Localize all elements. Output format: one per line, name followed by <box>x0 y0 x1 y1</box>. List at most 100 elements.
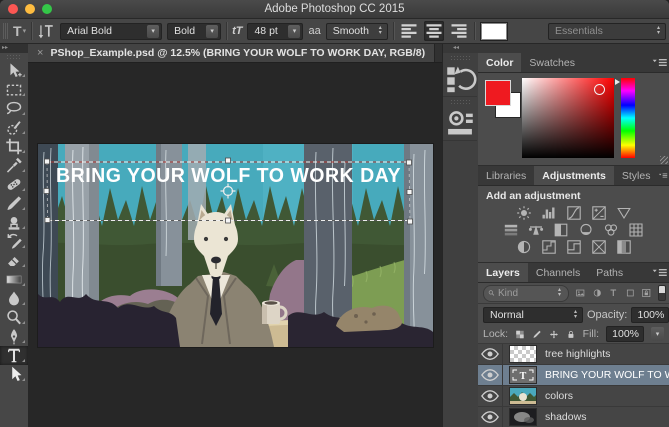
tab-styles[interactable]: Styles <box>614 166 659 185</box>
layer-row-colors[interactable]: colors <box>478 386 669 407</box>
tab-swatches[interactable]: Swatches <box>521 53 583 72</box>
eyedropper-tool[interactable] <box>0 156 28 175</box>
panel-menu-icon[interactable] <box>651 263 669 282</box>
layer-thumbnail[interactable]: T <box>510 367 536 383</box>
filter-type-layers-icon[interactable] <box>608 286 619 300</box>
blend-mode-select[interactable]: Normal ▴▾ <box>483 307 583 323</box>
vibrance-icon[interactable] <box>616 205 632 221</box>
hue-slider[interactable] <box>621 78 635 158</box>
layer-thumbnail[interactable] <box>510 388 536 404</box>
minimize-window-button[interactable] <box>25 4 35 14</box>
tab-channels[interactable]: Channels <box>528 263 588 282</box>
options-grip[interactable] <box>3 23 8 39</box>
history-brush-tool[interactable] <box>0 232 28 251</box>
zoom-window-button[interactable] <box>42 4 52 14</box>
panel-menu-icon[interactable] <box>651 53 669 72</box>
font-family-select[interactable]: Arial Bold ▾ <box>60 23 162 40</box>
history-panel-icon[interactable] <box>443 62 477 97</box>
type-tool[interactable] <box>0 346 28 365</box>
fill-field[interactable]: 100% <box>606 326 644 342</box>
layer-thumbnail[interactable] <box>510 346 536 362</box>
align-left-button[interactable] <box>399 21 419 41</box>
hue-saturation-icon[interactable] <box>503 222 519 238</box>
lock-all-icon[interactable] <box>566 328 576 341</box>
color-picker-ring[interactable] <box>594 84 605 95</box>
tab-libraries[interactable]: Libraries <box>478 166 534 185</box>
color-lookup-icon[interactable] <box>628 222 644 238</box>
crop-tool[interactable] <box>0 137 28 156</box>
panel-menu-icon[interactable] <box>658 166 669 185</box>
black-white-icon[interactable] <box>553 222 569 238</box>
gradient-map-icon[interactable] <box>591 239 607 255</box>
pen-tool[interactable] <box>0 327 28 346</box>
fill-dropdown-button[interactable]: ▾ <box>651 327 664 341</box>
channel-mixer-icon[interactable] <box>603 222 619 238</box>
lock-position-icon[interactable] <box>549 328 559 341</box>
type-tool-preset[interactable]: T ▾ <box>13 23 26 39</box>
saturation-picker[interactable] <box>522 78 614 158</box>
tab-layers[interactable]: Layers <box>478 263 528 282</box>
gradient-tool[interactable] <box>0 270 28 289</box>
filter-pixel-layers-icon[interactable] <box>575 286 586 300</box>
filter-smart-objects-icon[interactable] <box>641 286 652 300</box>
curves-icon[interactable] <box>566 205 582 221</box>
visibility-eye-icon[interactable] <box>478 365 503 385</box>
color-balance-icon[interactable] <box>528 222 544 238</box>
tab-paths[interactable]: Paths <box>588 263 631 282</box>
eraser-tool[interactable] <box>0 251 28 270</box>
tab-color[interactable]: Color <box>478 53 521 72</box>
text-color-swatch[interactable] <box>480 22 508 41</box>
anti-alias-select[interactable]: Smooth ▴▾ <box>326 23 388 40</box>
exposure-icon[interactable] <box>591 205 607 221</box>
tab-adjustments[interactable]: Adjustments <box>534 166 614 185</box>
layer-row-headline-text[interactable]: T BRING YOUR WOLF TO W... <box>478 365 669 386</box>
filter-kind-select[interactable]: Kind ▴▾ <box>483 285 569 302</box>
brightness-contrast-icon[interactable] <box>516 205 532 221</box>
filter-adjustment-layers-icon[interactable] <box>592 286 603 300</box>
lock-paint-icon[interactable] <box>532 328 542 341</box>
visibility-eye-icon[interactable] <box>478 407 503 427</box>
move-tool[interactable] <box>0 61 28 80</box>
properties-panel-icon[interactable] <box>443 106 477 141</box>
tools-grip[interactable] <box>6 54 22 60</box>
panel-resize-grip[interactable] <box>660 156 668 164</box>
layer-filter-row: Kind ▴▾ <box>478 283 669 304</box>
visibility-eye-icon[interactable] <box>478 344 503 364</box>
clone-stamp-tool[interactable] <box>0 213 28 232</box>
workspace-select[interactable]: Essentials ▴▾ <box>548 23 666 40</box>
quick-selection-tool[interactable] <box>0 118 28 137</box>
layer-thumbnail[interactable] <box>510 409 536 425</box>
levels-icon[interactable] <box>541 205 557 221</box>
text-orientation-icon[interactable] <box>37 22 55 40</box>
blur-tool[interactable] <box>0 289 28 308</box>
chevron-down-icon: ▾ <box>288 25 300 38</box>
align-right-button[interactable] <box>449 21 469 41</box>
close-window-button[interactable] <box>8 4 18 14</box>
posterize-icon[interactable] <box>541 239 557 255</box>
visibility-eye-icon[interactable] <box>478 386 503 406</box>
foreground-color-swatch[interactable] <box>485 80 511 106</box>
filter-toggle-switch[interactable] <box>658 285 666 301</box>
brush-tool[interactable] <box>0 194 28 213</box>
close-tab-icon[interactable]: × <box>37 47 43 59</box>
align-center-button[interactable] <box>424 21 444 41</box>
document-tab[interactable]: × PShop_Example.psd @ 12.5% (BRING YOUR … <box>28 44 435 62</box>
font-style-select[interactable]: Bold ▾ <box>167 23 221 40</box>
layer-row-shadows[interactable]: shadows <box>478 407 669 427</box>
marquee-tool[interactable] <box>0 80 28 99</box>
dodge-tool[interactable] <box>0 308 28 327</box>
font-size-select[interactable]: 48 pt ▾ <box>247 23 303 40</box>
opacity-field[interactable]: 100% <box>631 307 669 323</box>
invert-icon[interactable] <box>516 239 532 255</box>
selective-color-icon[interactable] <box>616 239 632 255</box>
photo-filter-icon[interactable] <box>578 222 594 238</box>
lasso-tool[interactable] <box>0 99 28 118</box>
healing-brush-tool[interactable] <box>0 175 28 194</box>
lock-transparency-icon[interactable] <box>515 328 525 341</box>
threshold-icon[interactable] <box>566 239 582 255</box>
layer-row-tree-highlights[interactable]: tree highlights <box>478 344 669 365</box>
path-selection-tool[interactable] <box>0 365 28 384</box>
canvas[interactable]: BRING YOUR WOLF TO WORK DAY <box>38 144 433 347</box>
filter-shape-layers-icon[interactable] <box>625 286 636 300</box>
tools-collapse-button[interactable]: ▸▸ <box>0 44 28 53</box>
